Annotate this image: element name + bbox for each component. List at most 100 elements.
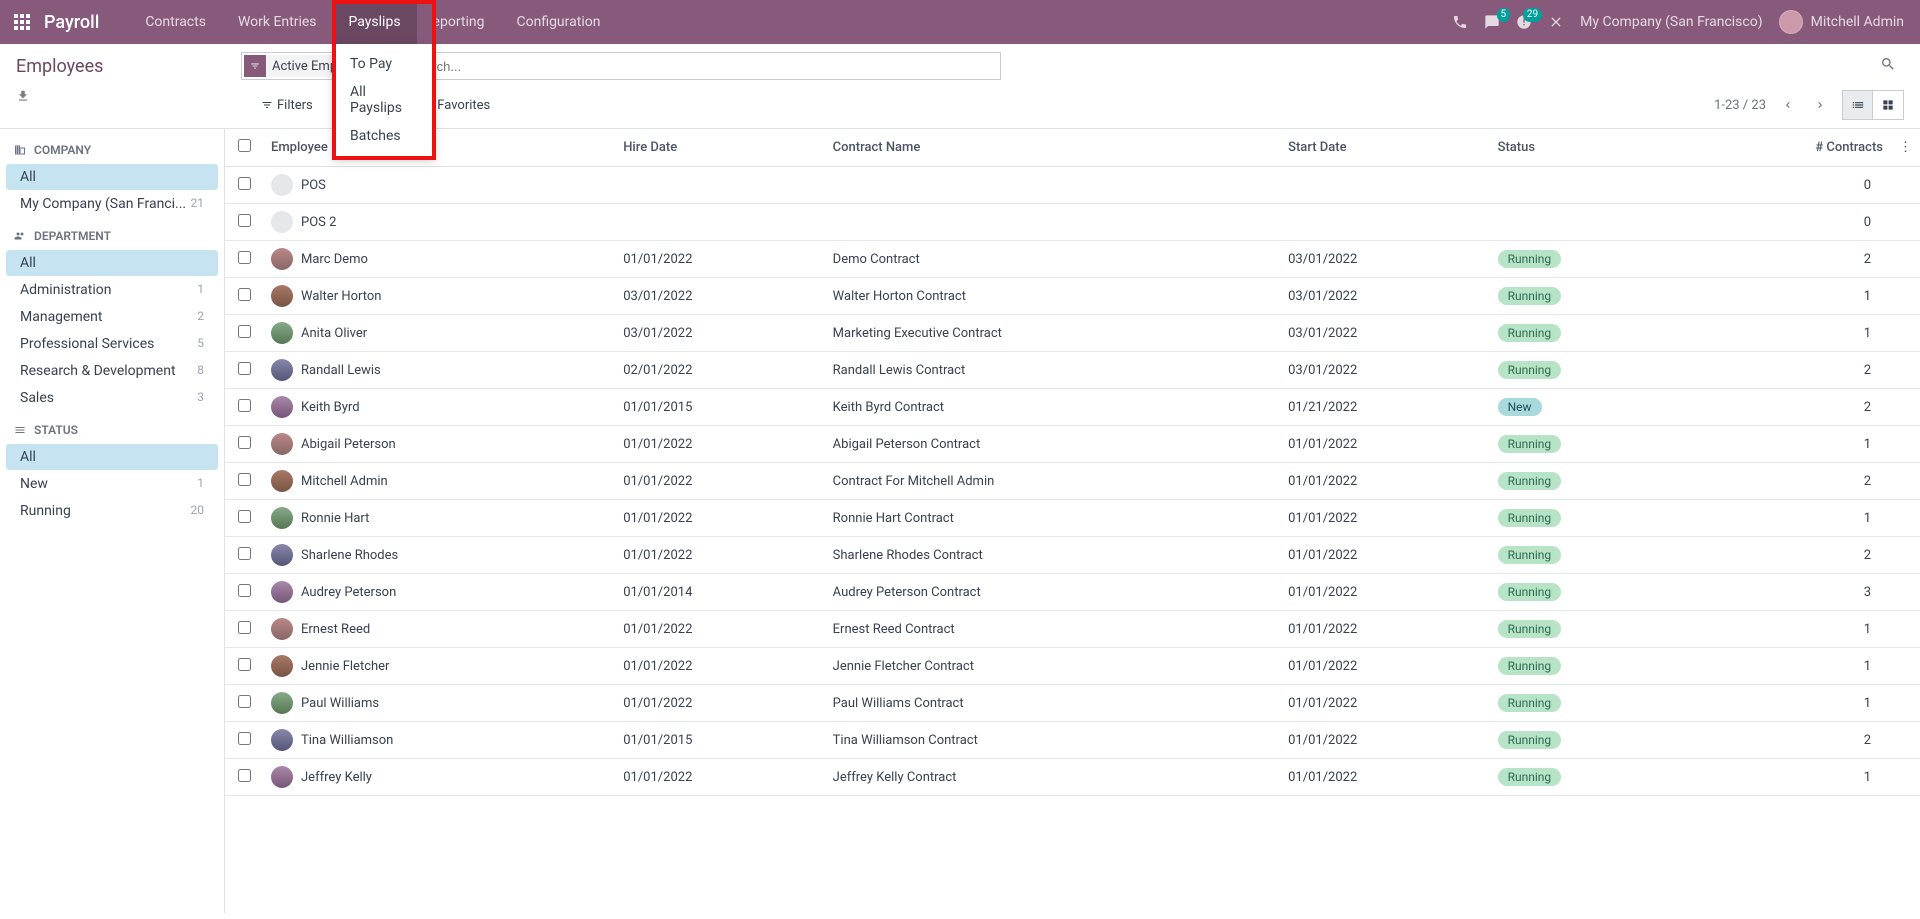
row-checkbox[interactable]	[238, 658, 251, 671]
status-cell: Running	[1490, 241, 1686, 278]
table-row[interactable]: Mitchell Admin01/01/2022Contract For Mit…	[225, 463, 1920, 500]
sidebar-item[interactable]: Sales3	[6, 385, 218, 411]
row-checkbox[interactable]	[238, 288, 251, 301]
pager-text: 1-23 / 23	[1714, 98, 1766, 113]
contract-name: Audrey Peterson Contract	[825, 574, 1280, 611]
sidebar-item[interactable]: Professional Services5	[6, 331, 218, 357]
sidebar-item[interactable]: All	[6, 250, 218, 276]
app-brand[interactable]: Payroll	[44, 12, 99, 33]
activity-icon[interactable]: 29	[1516, 14, 1532, 30]
row-checkbox[interactable]	[238, 214, 251, 227]
pager-next-icon[interactable]	[1810, 95, 1830, 115]
dropdown-item-batches[interactable]: Batches	[336, 122, 432, 150]
pager-prev-icon[interactable]	[1778, 95, 1798, 115]
col-contracts-count[interactable]: # Contracts	[1685, 129, 1891, 167]
dropdown-item-to-pay[interactable]: To Pay	[336, 50, 432, 78]
row-checkbox[interactable]	[238, 399, 251, 412]
hire-date: 01/01/2022	[615, 426, 824, 463]
contract-name: Tina Williamson Contract	[825, 722, 1280, 759]
status-cell: Running	[1490, 463, 1686, 500]
col-contract-name[interactable]: Contract Name	[825, 129, 1280, 167]
table-row[interactable]: Anita Oliver03/01/2022Marketing Executiv…	[225, 315, 1920, 352]
row-checkbox[interactable]	[238, 473, 251, 486]
avatar	[271, 766, 293, 788]
nav-item-configuration[interactable]: Configuration	[500, 0, 616, 44]
employee-name: POS 2	[301, 215, 336, 230]
kanban-view-button[interactable]	[1873, 91, 1903, 119]
table-row[interactable]: Tina Williamson01/01/2015Tina Williamson…	[225, 722, 1920, 759]
row-checkbox[interactable]	[238, 325, 251, 338]
col-start-date[interactable]: Start Date	[1280, 129, 1489, 167]
select-all-checkbox[interactable]	[238, 139, 251, 152]
sidebar-section-company: COMPANY	[6, 137, 218, 163]
table-row[interactable]: POS 20	[225, 204, 1920, 241]
row-checkbox[interactable]	[238, 695, 251, 708]
avatar	[271, 507, 293, 529]
download-icon[interactable]	[16, 89, 209, 103]
row-checkbox[interactable]	[238, 584, 251, 597]
nav-item-work-entries[interactable]: Work Entries	[222, 0, 333, 44]
table-row[interactable]: Abigail Peterson01/01/2022Abigail Peters…	[225, 426, 1920, 463]
apps-launcher-icon[interactable]	[0, 14, 44, 30]
sidebar-item[interactable]: New1	[6, 471, 218, 497]
row-checkbox[interactable]	[238, 251, 251, 264]
row-checkbox[interactable]	[238, 769, 251, 782]
user-menu[interactable]: Mitchell Admin	[1779, 10, 1904, 34]
sidebar-item[interactable]: My Company (San Franci...21	[6, 191, 218, 217]
table-row[interactable]: Audrey Peterson01/01/2014Audrey Peterson…	[225, 574, 1920, 611]
sidebar-item[interactable]: All	[6, 444, 218, 470]
contract-name	[825, 167, 1280, 204]
sidebar-item[interactable]: All	[6, 164, 218, 190]
contract-name: Ernest Reed Contract	[825, 611, 1280, 648]
table-row[interactable]: Paul Williams01/01/2022Paul Williams Con…	[225, 685, 1920, 722]
table-row[interactable]: Jennie Fletcher01/01/2022Jennie Fletcher…	[225, 648, 1920, 685]
col-options-icon[interactable]: ⋮	[1891, 129, 1920, 167]
table-row[interactable]: POS0	[225, 167, 1920, 204]
row-checkbox[interactable]	[238, 621, 251, 634]
table-row[interactable]: Ronnie Hart01/01/2022Ronnie Hart Contrac…	[225, 500, 1920, 537]
contract-name: Paul Williams Contract	[825, 685, 1280, 722]
avatar	[271, 729, 293, 751]
phone-icon[interactable]	[1452, 14, 1468, 30]
hire-date: 01/01/2022	[615, 463, 824, 500]
status-cell: Running	[1490, 722, 1686, 759]
filters-button[interactable]: Filters	[261, 98, 313, 113]
search-expand-icon[interactable]	[1872, 52, 1904, 80]
table-row[interactable]: Ernest Reed01/01/2022Ernest Reed Contrac…	[225, 611, 1920, 648]
row-checkbox[interactable]	[238, 177, 251, 190]
nav-item-eporting[interactable]: eporting	[417, 0, 501, 44]
row-checkbox[interactable]	[238, 436, 251, 449]
close-tray-icon[interactable]	[1548, 14, 1564, 30]
nav-item-contracts[interactable]: Contracts	[129, 0, 222, 44]
table-row[interactable]: Sharlene Rhodes01/01/2022Sharlene Rhodes…	[225, 537, 1920, 574]
dropdown-item-all-payslips[interactable]: All Payslips	[336, 78, 432, 122]
table-row[interactable]: Marc Demo01/01/2022Demo Contract03/01/20…	[225, 241, 1920, 278]
sidebar-item[interactable]: Management2	[6, 304, 218, 330]
sidebar-item[interactable]: Administration1	[6, 277, 218, 303]
row-checkbox[interactable]	[238, 732, 251, 745]
sidebar-item[interactable]: Research & Development8	[6, 358, 218, 384]
user-name: Mitchell Admin	[1811, 14, 1904, 30]
table-row[interactable]: Walter Horton03/01/2022Walter Horton Con…	[225, 278, 1920, 315]
messages-icon[interactable]: 5	[1484, 14, 1500, 30]
nav-item-payslips[interactable]: Payslips	[333, 0, 417, 44]
table-row[interactable]: Jeffrey Kelly01/01/2022Jeffrey Kelly Con…	[225, 759, 1920, 796]
hire-date: 01/01/2022	[615, 537, 824, 574]
table-row[interactable]: Keith Byrd01/01/2015Keith Byrd Contract0…	[225, 389, 1920, 426]
control-panel: Employees Active Employees × Filters Gro…	[0, 44, 1920, 129]
row-checkbox[interactable]	[238, 510, 251, 523]
table-row[interactable]: Randall Lewis02/01/2022Randall Lewis Con…	[225, 352, 1920, 389]
row-checkbox[interactable]	[238, 547, 251, 560]
company-switcher[interactable]: My Company (San Francisco)	[1580, 14, 1762, 30]
avatar	[271, 285, 293, 307]
col-status[interactable]: Status	[1490, 129, 1686, 167]
sidebar-item[interactable]: Running20	[6, 498, 218, 524]
list-view-button[interactable]	[1843, 91, 1873, 119]
col-hire-date[interactable]: Hire Date	[615, 129, 824, 167]
status-cell: Running	[1490, 426, 1686, 463]
hire-date: 01/01/2022	[615, 685, 824, 722]
col-employee[interactable]: Employee	[263, 129, 615, 167]
search-input[interactable]	[401, 55, 1000, 78]
status-cell: Running	[1490, 648, 1686, 685]
row-checkbox[interactable]	[238, 362, 251, 375]
